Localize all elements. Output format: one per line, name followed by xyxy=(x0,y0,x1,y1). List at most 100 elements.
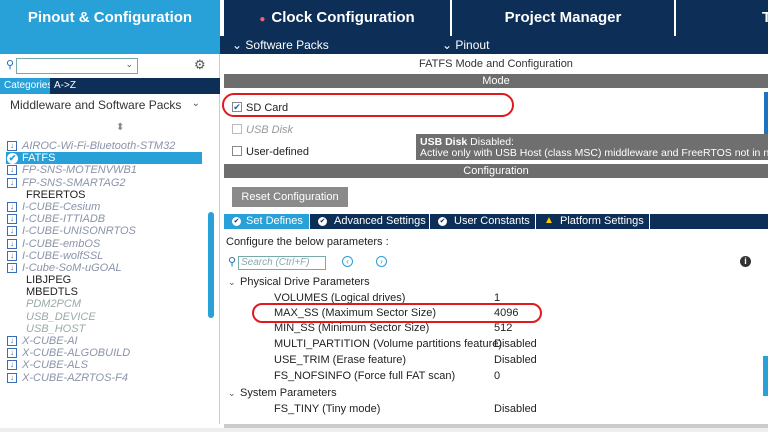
usb-disk-checkbox[interactable]: USB Disk xyxy=(232,123,293,137)
tab-advanced-settings[interactable]: ✔ Advanced Settings xyxy=(310,214,430,229)
list-item-label: I-CUBE-ITTIADB xyxy=(22,213,106,226)
list-item[interactable]: ↓ I-CUBE-ITTIADB xyxy=(6,213,202,225)
list-item-label: I-CUBE-embOS xyxy=(22,237,101,250)
search-icon: ⚲ xyxy=(228,256,237,268)
chevron-down-icon[interactable]: ⌄ xyxy=(125,59,133,70)
tab-user-constants-label: User Constants xyxy=(454,215,530,227)
param-value: 0 xyxy=(494,370,501,382)
list-item[interactable]: ↓ X-CUBE-AZRTOS-F4 xyxy=(6,372,202,384)
chevron-down-icon: ⌄ xyxy=(228,388,236,398)
list-item[interactable]: ↓ I-Cube-SoM-uGOAL xyxy=(6,262,202,274)
list-item[interactable]: ↓ FP-SNS-SMARTAG2 xyxy=(6,177,202,189)
list-item[interactable]: ✔ FATFS xyxy=(6,152,202,165)
user-defined-checkbox[interactable]: User-defined xyxy=(232,145,309,159)
param-name: USE_TRIM (Erase feature) xyxy=(274,354,407,366)
middleware-group-label: Middleware and Software Packs xyxy=(10,98,182,112)
parameter-search-input[interactable]: Search (Ctrl+F) xyxy=(238,256,326,270)
chevron-down-icon: ⌄ xyxy=(228,277,236,287)
tab-pinout-configuration[interactable]: Pinout & Configuration xyxy=(0,0,220,36)
list-item-label: I-CUBE-wolfSSL xyxy=(22,249,104,262)
param-name: MIN_SS (Minimum Sector Size) xyxy=(274,322,430,334)
reset-configuration-button[interactable]: Reset Configuration xyxy=(232,187,348,207)
list-item-label: I-CUBE-Cesium xyxy=(22,200,101,213)
tooltip-body: Active only with USB Host (class MSC) mi… xyxy=(420,147,768,159)
param-value: Disabled xyxy=(494,338,537,350)
checkbox-box xyxy=(232,124,242,134)
list-item[interactable]: MBEDTLS xyxy=(6,286,202,298)
group-physical-label: Physical Drive Parameters xyxy=(240,276,370,288)
warning-icon: ▲ xyxy=(544,215,554,226)
list-item[interactable]: ↓ I-CUBE-embOS xyxy=(6,238,202,250)
group-physical-drive[interactable]: ⌄ Physical Drive Parameters xyxy=(228,275,370,289)
page-title: FATFS Mode and Configuration xyxy=(224,56,768,72)
list-item[interactable]: LIBJPEG xyxy=(6,274,202,286)
param-row[interactable]: FS_NOFSINFO (Force full FAT scan) 0 xyxy=(274,370,754,383)
download-icon: ↓ xyxy=(7,177,17,188)
tab-set-defines[interactable]: ✔ Set Defines xyxy=(224,214,310,229)
group-system-parameters[interactable]: ⌄ System Parameters xyxy=(228,386,337,400)
list-item-label: FREERTOS xyxy=(26,188,86,201)
group-system-label: System Parameters xyxy=(240,387,337,399)
tab-platform-settings[interactable]: ▲ Platform Settings xyxy=(536,214,650,229)
param-row[interactable]: FS_TINY (Tiny mode) Disabled xyxy=(274,403,754,416)
tab-a-z[interactable]: A->Z xyxy=(50,78,80,94)
software-packs-menu[interactable]: ⌄ Software Packs xyxy=(232,36,329,54)
chevron-down-icon: ⌄ xyxy=(191,98,200,109)
previous-result-icon[interactable]: ‹ xyxy=(342,256,353,267)
search-icon: ⚲ xyxy=(6,59,15,71)
sort-icon[interactable]: ⬍ xyxy=(116,122,124,133)
param-row[interactable]: MIN_SS (Minimum Sector Size) 512 xyxy=(274,322,754,335)
list-item[interactable]: ↓ X-CUBE-ALGOBUILD xyxy=(6,347,202,359)
next-result-icon[interactable]: › xyxy=(376,256,387,267)
list-item-label: LIBJPEG xyxy=(26,274,72,287)
tab-user-constants[interactable]: ✔ User Constants xyxy=(430,214,536,229)
tab-set-defines-label: Set Defines xyxy=(246,215,303,227)
list-item[interactable]: ↓ FP-SNS-MOTENVWB1 xyxy=(6,164,202,176)
left-scrollbar[interactable] xyxy=(208,212,214,318)
list-item[interactable]: USB_HOST xyxy=(6,323,202,335)
list-item-label: FATFS xyxy=(22,152,56,165)
param-value: Disabled xyxy=(494,354,537,366)
list-item[interactable]: FREERTOS xyxy=(6,189,202,201)
user-defined-label: User-defined xyxy=(246,146,309,158)
download-icon: ↓ xyxy=(7,336,17,346)
list-item[interactable]: ↓ X-CUBE-ALS xyxy=(6,359,202,371)
param-row[interactable]: USE_TRIM (Erase feature) Disabled xyxy=(274,354,754,367)
middleware-list: ↓ AIROC-Wi-Fi-Bluetooth-STM32 ✔ FATFS ↓ FP-SN… xyxy=(6,140,202,384)
tab-advanced-label: Advanced Settings xyxy=(334,215,426,227)
list-item[interactable]: PDM2PCM xyxy=(6,298,202,310)
list-item[interactable]: ↓ I-CUBE-UNISONRTOS xyxy=(6,225,202,237)
list-item[interactable]: ↓ X-CUBE-AI xyxy=(6,335,202,347)
mode-header: Mode xyxy=(224,74,768,88)
list-item[interactable]: ↓ AIROC-Wi-Fi-Bluetooth-STM32 xyxy=(6,140,202,152)
configure-instruction: Configure the below parameters : xyxy=(226,236,389,248)
info-icon[interactable]: i xyxy=(740,256,751,267)
list-item-label: FP-SNS-MOTENVWB1 xyxy=(22,164,137,177)
status-strip xyxy=(0,428,768,432)
middleware-group-header[interactable]: Middleware and Software Packs ⌄ xyxy=(10,98,210,114)
param-row[interactable]: MULTI_PARTITION (Volume partitions featu… xyxy=(274,338,754,351)
download-icon: ↓ xyxy=(7,141,17,151)
download-icon: ↓ xyxy=(7,201,17,212)
tab-clock-configuration[interactable]: ● Clock Configuration xyxy=(224,0,450,36)
tab-categories[interactable]: Categories xyxy=(0,78,57,94)
right-scrollbar[interactable] xyxy=(763,356,768,396)
list-item[interactable]: ↓ I-CUBE-wolfSSL xyxy=(6,250,202,262)
check-circle-icon: ✔ xyxy=(318,217,327,226)
tab-project-manager[interactable]: Project Manager xyxy=(452,0,674,36)
category-search-input[interactable]: ⌄ xyxy=(16,58,138,74)
sub-menu-left-spacer xyxy=(0,36,220,54)
list-item-label: PDM2PCM xyxy=(26,298,82,311)
download-icon: ↓ xyxy=(7,262,17,273)
list-item-label: I-CUBE-UNISONRTOS xyxy=(22,225,136,238)
panel-edge-marker xyxy=(764,92,768,136)
usb-disk-tooltip: USB Disk Disabled: Active only with USB … xyxy=(416,134,768,160)
list-item[interactable]: USB_DEVICE xyxy=(6,311,202,323)
gear-icon[interactable]: ⚙ xyxy=(194,57,206,73)
list-item[interactable]: ↓ I-CUBE-Cesium xyxy=(6,201,202,213)
tab-tools[interactable]: T xyxy=(676,0,768,36)
download-icon: ↓ xyxy=(7,165,17,176)
param-name: FS_TINY (Tiny mode) xyxy=(274,403,381,415)
category-tabs: Categories A->Z xyxy=(0,78,220,94)
pinout-menu[interactable]: ⌄ Pinout xyxy=(442,36,489,54)
